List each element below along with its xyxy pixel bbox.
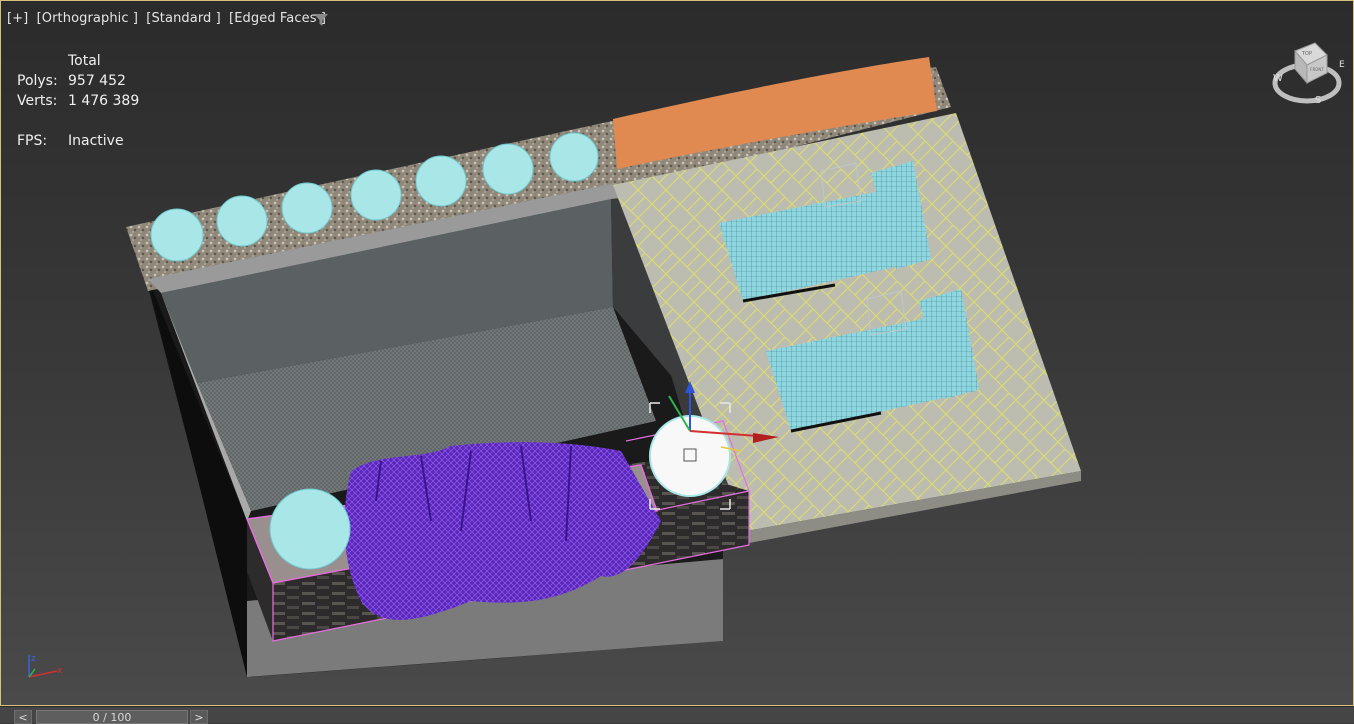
axis-z-label: z <box>31 654 36 664</box>
viewcube[interactable]: TOP FRONT W E S <box>1267 37 1347 109</box>
compass-east[interactable]: E <box>1339 60 1345 70</box>
3d-scene[interactable] <box>1 1 1354 706</box>
axis-x-label: x <box>57 666 63 676</box>
viewcube-top-label[interactable]: TOP <box>1301 51 1312 57</box>
viewcube-front-label[interactable]: FRONT <box>1310 67 1324 72</box>
perspective-viewport[interactable]: [+] [Orthographic ] [Standard ] [Edged F… <box>0 0 1354 706</box>
compass-south[interactable]: S <box>1315 95 1321 106</box>
compass-west[interactable]: W <box>1273 73 1283 84</box>
axis-tripod: z x <box>28 654 63 678</box>
time-slider-bar: < 0 / 100 > <box>0 706 1354 724</box>
planter-shrub[interactable] <box>269 488 351 570</box>
